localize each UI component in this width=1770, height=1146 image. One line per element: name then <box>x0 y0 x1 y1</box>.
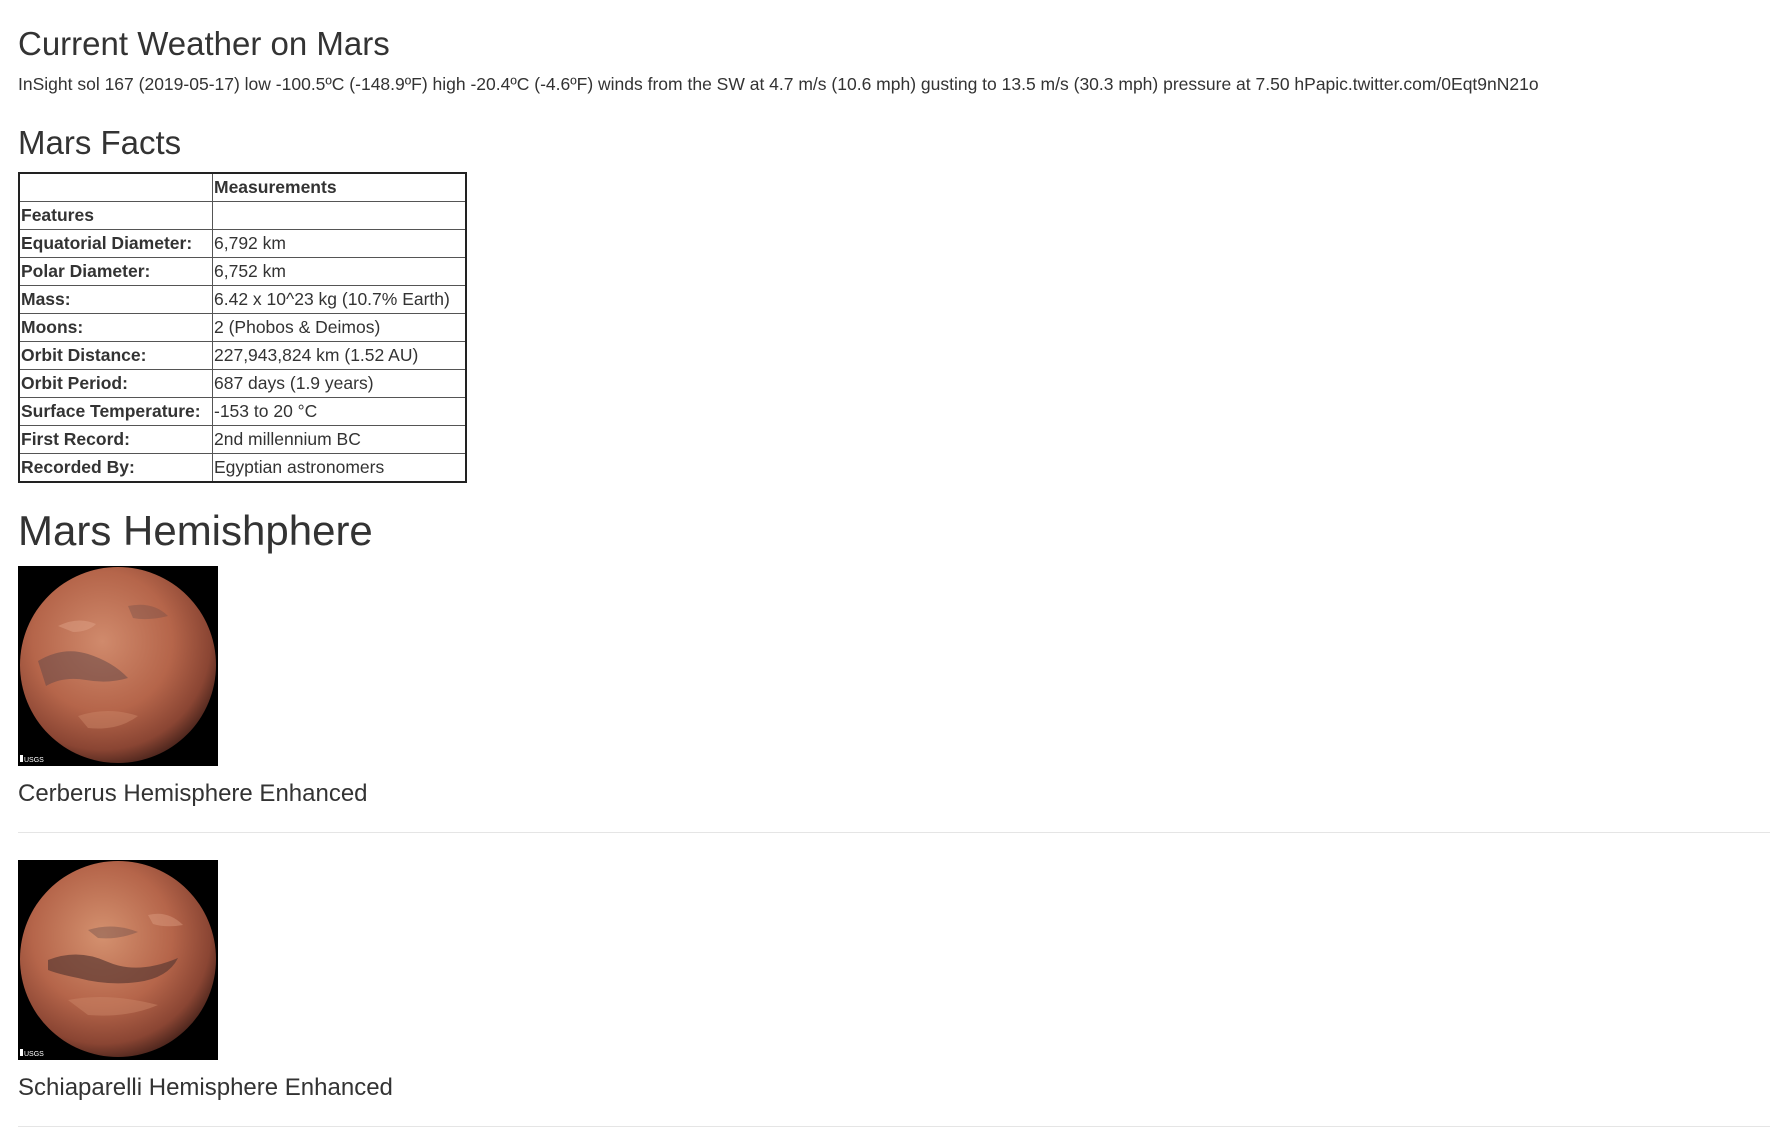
hemisphere-card-schiaparelli: USGS Schiaparelli Hemisphere Enhanced <box>18 860 1770 1127</box>
table-index-row: Features <box>18 201 467 230</box>
mars-facts-table: Measurements Features Equatorial Diamete… <box>18 172 467 483</box>
table-header-measurements: Measurements <box>212 172 467 202</box>
row-value: Egyptian astronomers <box>212 453 467 483</box>
row-value: 2nd millennium BC <box>212 425 467 454</box>
row-value: 227,943,824 km (1.52 AU) <box>212 341 467 370</box>
row-label: Polar Diameter: <box>18 257 213 286</box>
table-row: Equatorial Diameter: 6,792 km <box>18 229 467 258</box>
table-row: Surface Temperature: -153 to 20 °C <box>18 397 467 426</box>
weather-tweet-text: InSight sol 167 (2019-05-17) low -100.5º… <box>18 74 1539 94</box>
divider <box>18 1126 1770 1127</box>
hemisphere-card-cerberus: USGS Cerberus Hemisphere Enhanced <box>18 566 1770 833</box>
hemisphere-image-cerberus[interactable]: USGS <box>18 566 218 766</box>
table-header-blank <box>18 172 213 202</box>
table-row: Polar Diameter: 6,752 km <box>18 257 467 286</box>
hemispheres-title: Mars Hemishphere <box>18 507 373 554</box>
hemisphere-caption: Cerberus Hemisphere Enhanced <box>18 780 368 807</box>
table-index-label: Features <box>18 201 213 230</box>
row-value: 6,752 km <box>212 257 467 286</box>
table-row: Orbit Distance: 227,943,824 km (1.52 AU) <box>18 341 467 370</box>
row-label: Mass: <box>18 285 213 314</box>
divider <box>18 832 1770 833</box>
hemisphere-caption: Schiaparelli Hemisphere Enhanced <box>18 1074 393 1101</box>
table-row: Moons: 2 (Phobos & Deimos) <box>18 313 467 342</box>
row-value: 6,792 km <box>212 229 467 258</box>
table-row: Orbit Period: 687 days (1.9 years) <box>18 369 467 398</box>
row-value: -153 to 20 °C <box>212 397 467 426</box>
row-label: Orbit Period: <box>18 369 213 398</box>
facts-title: Mars Facts <box>18 124 182 161</box>
row-label: Surface Temperature: <box>18 397 213 426</box>
table-index-blank <box>212 201 467 230</box>
usgs-logo-text: USGS <box>24 757 44 764</box>
mars-globe-icon: USGS <box>18 566 218 766</box>
row-label: Moons: <box>18 313 213 342</box>
mars-globe-icon: USGS <box>18 860 218 1060</box>
table-row: Mass: 6.42 x 10^23 kg (10.7% Earth) <box>18 285 467 314</box>
row-value: 2 (Phobos & Deimos) <box>212 313 467 342</box>
row-label: Recorded By: <box>18 453 213 483</box>
row-value: 687 days (1.9 years) <box>212 369 467 398</box>
table-header-row: Measurements <box>18 172 467 202</box>
usgs-logo-text: USGS <box>24 1051 44 1058</box>
table-row: Recorded By: Egyptian astronomers <box>18 453 467 483</box>
hemisphere-image-schiaparelli[interactable]: USGS <box>18 860 218 1060</box>
row-label: First Record: <box>18 425 213 454</box>
row-label: Equatorial Diameter: <box>18 229 213 258</box>
table-row: First Record: 2nd millennium BC <box>18 425 467 454</box>
row-label: Orbit Distance: <box>18 341 213 370</box>
weather-title: Current Weather on Mars <box>18 25 390 62</box>
row-value: 6.42 x 10^23 kg (10.7% Earth) <box>212 285 467 314</box>
